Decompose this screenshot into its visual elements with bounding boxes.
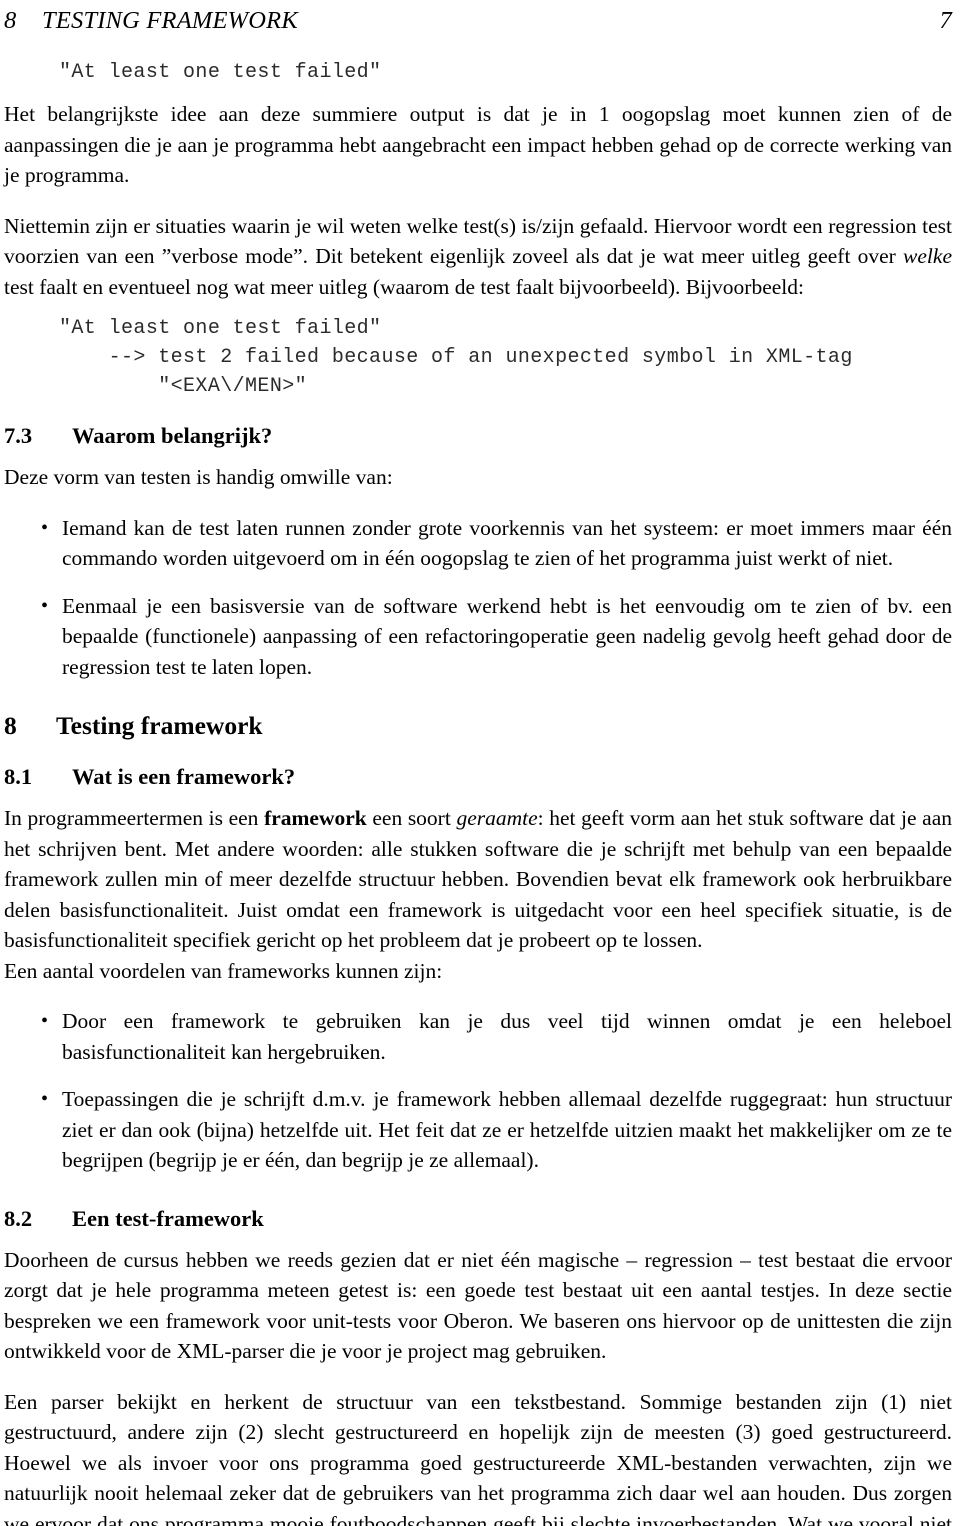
paragraph-verbose-mode-part1: Niettemin zijn er situaties waarin je wi… — [4, 213, 952, 269]
list-item: • Eenmaal je een basisversie van de softw… — [4, 591, 952, 683]
list-item: • Iemand kan de test laten runnen zonder … — [4, 513, 952, 574]
page-content: "At least one test failed" Het belangrij… — [4, 58, 952, 1526]
list-item-text: Door een framework te gebruiken kan je d… — [62, 1009, 952, 1064]
heading-7-3-title: Waarom belangrijk? — [72, 423, 273, 448]
heading-8-1-title: Wat is een framework? — [72, 764, 296, 789]
paragraph-8-1-definition: In programmeertermen is een framework ee… — [4, 803, 952, 956]
running-head: 8 TESTING FRAMEWORK 7 — [4, 6, 952, 40]
heading-7-3: 7.3 Waarom belangrijk? — [4, 421, 952, 450]
code-block-top: "At least one test failed" — [59, 61, 382, 84]
list-item-text: Eenmaal je een basisversie van de softwa… — [62, 593, 952, 679]
paragraph-8-1-lead-in: Een aantal voordelen van frameworks kunn… — [4, 958, 443, 983]
heading-8-2: 8.2 Een test-framework — [4, 1204, 952, 1233]
bullet-list-7-3: • Iemand kan de test laten runnen zonder … — [4, 513, 952, 683]
paragraph-8-1-part1: In programmeertermen is een — [4, 806, 265, 830]
paragraph-verbose-mode-part2: test faalt en eventueel nog wat meer uit… — [4, 274, 804, 299]
list-item-text: Iemand kan de test laten runnen zonder g… — [62, 515, 952, 571]
paragraph-8-2-second: Een parser bekijkt en herkent de structu… — [4, 1389, 952, 1526]
document-page: 8 TESTING FRAMEWORK 7 "At least one test… — [0, 0, 960, 1526]
paragraph-verbose-mode: Niettemin zijn er situaties waarin je wi… — [4, 211, 952, 303]
heading-8-2-number: 8.2 — [4, 1205, 33, 1231]
list-item: • Door een framework te gebruiken kan je … — [4, 1006, 952, 1067]
paragraph-8-1-bold-framework: framework — [264, 806, 367, 830]
heading-7-3-number: 7.3 — [4, 423, 33, 448]
heading-8-1: 8.1 Wat is een framework? — [4, 762, 952, 791]
list-item: • Toepassingen die je schrijft d.m.v. je … — [4, 1084, 952, 1176]
heading-8: 8 Testing framework — [4, 710, 952, 742]
paragraph-7-3-intro: Deze vorm van testen is handig omwille v… — [4, 465, 393, 489]
heading-8-1-number: 8.1 — [4, 764, 33, 789]
bullet-dot-icon: • — [41, 1088, 49, 1110]
page-number: 7 — [939, 7, 952, 34]
paragraph-verbose-mode-emphasis: welke — [903, 244, 952, 268]
bullet-dot-icon: • — [41, 1010, 49, 1032]
heading-8-title: Testing framework — [56, 711, 263, 740]
bullet-list-8-1: • Door een framework te gebruiken kan je … — [4, 1006, 952, 1176]
heading-8-number: 8 — [4, 711, 17, 740]
bullet-dot-icon: • — [41, 516, 49, 539]
heading-8-2-title: Een test-framework — [72, 1205, 264, 1231]
paragraph-8-2-first: Doorheen de cursus hebben we reeds gezie… — [4, 1247, 952, 1364]
paragraph-8-1-italic-geraamte: geraamte — [456, 806, 538, 830]
running-head-chapter-number: 8 — [4, 7, 17, 34]
running-head-chapter-title: TESTING FRAMEWORK — [42, 7, 298, 34]
list-item-text: Toepassingen die je schrijft d.m.v. je f… — [62, 1087, 952, 1172]
bullet-dot-icon: • — [41, 594, 49, 617]
paragraph-summiere-output: Het belangrijkste idee aan deze summiere… — [4, 102, 952, 187]
code-block-verbose-example: "At least one test failed" --> test 2 fa… — [59, 317, 853, 398]
paragraph-8-1-part2: een soort — [366, 806, 457, 830]
